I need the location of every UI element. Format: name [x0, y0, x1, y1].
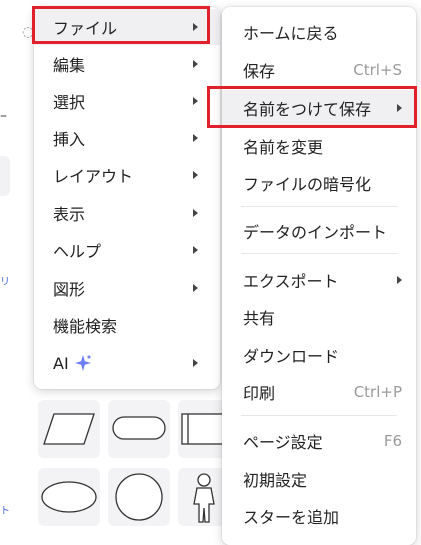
menu-item-label: 図形 — [53, 280, 86, 299]
menu-item-label: AI — [53, 353, 69, 373]
menu-item-import-data[interactable]: データのインポート — [222, 213, 416, 249]
menu-item-label: 挿入 — [53, 130, 86, 149]
chevron-right-icon — [397, 104, 402, 112]
chevron-right-icon — [193, 171, 198, 179]
terminator-shape[interactable] — [108, 400, 170, 458]
menu-item-label: 保存 — [243, 62, 276, 81]
menu-item-go-home[interactable]: ホームに戻る — [222, 14, 416, 50]
chevron-right-icon — [193, 60, 198, 68]
background-card — [0, 156, 10, 196]
menu-item-label: スターを追加 — [243, 508, 340, 527]
menu-item-encrypt-file[interactable]: ファイルの暗号化 — [222, 165, 416, 201]
menu-item-edit[interactable]: 編集 — [34, 46, 220, 82]
menu-item-share[interactable]: 共有 — [222, 299, 416, 335]
menu-item-label: 共有 — [243, 309, 276, 328]
menu-item-layout[interactable]: レイアウト — [34, 157, 220, 193]
menu-item-label: レイアウト — [53, 167, 134, 186]
background-link-fragment[interactable]: ト — [0, 502, 10, 517]
shortcut-label: F6 — [383, 432, 402, 450]
menu-item-save-as[interactable]: 名前をつけて保存 — [222, 90, 416, 126]
chevron-right-icon — [193, 246, 198, 254]
menu-item-label: ダウンロード — [243, 347, 340, 366]
chevron-right-icon — [193, 23, 198, 31]
menu-item-label: ファイル — [53, 19, 118, 38]
menu-item-label: 名前を変更 — [243, 138, 324, 157]
menu-item-label: 選択 — [53, 93, 86, 112]
menu-item-rename[interactable]: 名前を変更 — [222, 128, 416, 164]
sparkle-icon — [74, 354, 92, 371]
menu-item-label: データのインポート — [243, 223, 388, 242]
chevron-right-icon — [193, 134, 198, 142]
menu-item-download[interactable]: ダウンロード — [222, 337, 416, 373]
menu-item-export[interactable]: エクスポート — [222, 262, 416, 298]
menu-item-label: ホームに戻る — [243, 24, 339, 43]
chevron-right-icon — [397, 276, 402, 284]
menu-item-label: エクスポート — [243, 272, 339, 291]
shape-library — [34, 392, 240, 545]
search-icon[interactable]: ◌ — [22, 24, 34, 40]
menu-item-label: ページ設定 — [243, 433, 323, 452]
menu-divider — [241, 415, 397, 416]
shortcut-label: Ctrl+S — [353, 61, 402, 79]
menu-item-label: 初期設定 — [243, 471, 308, 490]
parallelogram-shape[interactable] — [38, 400, 100, 458]
menu-item-feature-search[interactable]: 機能検索 — [34, 307, 220, 343]
menu-item-file[interactable]: ファイル — [34, 9, 220, 45]
menu-item-view[interactable]: 表示 — [34, 195, 220, 231]
chevron-right-icon — [193, 97, 198, 105]
menu-item-add-star[interactable]: スターを追加 — [222, 498, 416, 534]
menu-item-shapes[interactable]: 図形 — [34, 270, 220, 306]
menu-item-label: 名前をつけて保存 — [243, 100, 372, 119]
menu-item-preferences[interactable]: 初期設定 — [222, 461, 416, 497]
menu-item-ai[interactable]: AI — [34, 345, 220, 381]
menu-item-label: ヘルプ — [53, 242, 102, 261]
menu-divider — [241, 206, 397, 207]
menu-item-label: ファイルの暗号化 — [243, 175, 372, 194]
main-menu: ファイル 編集 選択 挿入 レイアウト 表示 ヘルプ 図形 機能検索 AI — [34, 7, 220, 389]
chevron-right-icon — [193, 209, 198, 217]
background-dash: – — [0, 108, 7, 124]
menu-item-label: 編集 — [53, 56, 86, 75]
file-submenu: ホームに戻る 保存 Ctrl+S 名前をつけて保存 名前を変更 ファイルの暗号化… — [222, 7, 416, 545]
ellipse-shape[interactable] — [38, 468, 100, 526]
menu-item-print[interactable]: 印刷 Ctrl+P — [222, 374, 416, 410]
menu-item-label: 機能検索 — [53, 317, 118, 336]
menu-item-label: 表示 — [53, 205, 86, 224]
menu-item-select[interactable]: 選択 — [34, 83, 220, 119]
menu-item-page-setup[interactable]: ページ設定 F6 — [222, 423, 416, 459]
menu-item-save[interactable]: 保存 Ctrl+S — [222, 52, 416, 88]
menu-item-insert[interactable]: 挿入 — [34, 120, 220, 156]
menu-item-label: 印刷 — [243, 384, 276, 403]
menu-item-help[interactable]: ヘルプ — [34, 232, 220, 268]
background-link-fragment[interactable]: リ — [0, 273, 10, 288]
menu-divider — [241, 253, 397, 254]
chevron-right-icon — [193, 284, 198, 292]
circle-shape[interactable] — [108, 468, 170, 526]
chevron-right-icon — [193, 359, 198, 367]
shortcut-label: Ctrl+P — [353, 383, 402, 401]
